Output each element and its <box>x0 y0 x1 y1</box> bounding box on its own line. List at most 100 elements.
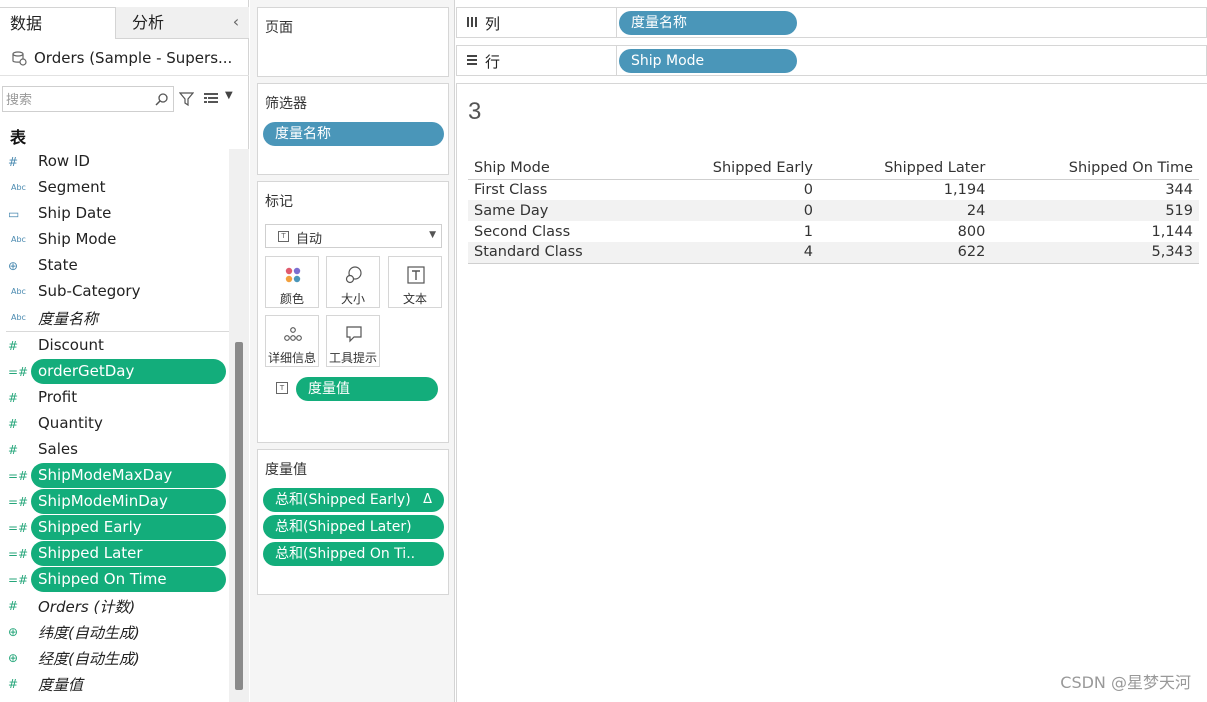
filter-icon[interactable] <box>179 92 194 107</box>
field-row-measure-names[interactable]: Abc 度量名称 <box>0 305 229 331</box>
field-row-state[interactable]: ⊕ State <box>0 253 229 279</box>
tooltip-button[interactable]: 工具提示 <box>326 315 380 367</box>
field-row-shipped-early[interactable]: =# Shipped Early <box>0 515 229 541</box>
table-cell[interactable]: 1,144 <box>991 221 1199 242</box>
detail-icon <box>284 327 302 341</box>
table-row[interactable]: First Class 0 1,194 344 <box>468 179 1199 200</box>
field-row-ordergetday[interactable]: =# orderGetDay <box>0 359 229 385</box>
calculated-number-icon: =# <box>8 547 29 561</box>
table-cell[interactable]: 519 <box>991 200 1199 221</box>
field-label: orderGetDay <box>38 362 135 380</box>
pill-label: 总和(Shipped Early) <box>275 492 411 508</box>
field-label: ShipModeMinDay <box>38 492 168 510</box>
tooltip-icon <box>346 326 362 343</box>
number-icon: # <box>8 677 19 691</box>
field-row-shipmodeminday[interactable]: =# ShipModeMinDay <box>0 489 229 515</box>
tab-data[interactable]: 数据 <box>0 7 116 39</box>
text-mark-icon: T <box>278 231 289 242</box>
field-row-orders-count[interactable]: # Orders (计数) <box>0 593 229 619</box>
search-input[interactable] <box>6 91 146 109</box>
table-cell[interactable]: 5,343 <box>991 242 1199 264</box>
field-row-measure-values[interactable]: # 度量值 <box>0 671 229 697</box>
columns-pill-measure-names[interactable]: 度量名称 <box>619 11 797 35</box>
text-icon: Abc <box>11 287 26 296</box>
field-row-quantity[interactable]: # Quantity <box>0 411 229 437</box>
chevron-down-icon[interactable]: ▼ <box>225 90 233 101</box>
table-row[interactable]: Same Day 0 24 519 <box>468 200 1199 221</box>
header-row: Ship Mode Shipped Early Shipped Later Sh… <box>468 158 1199 180</box>
search-icon[interactable] <box>155 92 169 106</box>
table-cell[interactable]: 24 <box>818 200 992 221</box>
table-cell[interactable]: 800 <box>819 221 991 242</box>
datasource-row[interactable]: Orders (Sample - Supers... <box>0 40 249 76</box>
calculated-number-icon: =# <box>8 521 29 535</box>
rows-shelf-label: 行 <box>457 46 617 75</box>
header-shipped-on-time[interactable]: Shipped On Time <box>991 158 1199 180</box>
table-row[interactable]: Standard Class 4 622 5,343 <box>468 242 1199 264</box>
row-header[interactable]: Same Day <box>468 200 648 221</box>
field-row-shipmodemaxday[interactable]: =# ShipModeMaxDay <box>0 463 229 489</box>
field-row-ship-date[interactable]: ▭ Ship Date <box>0 201 229 227</box>
table-cell[interactable]: 1,194 <box>819 179 991 200</box>
filter-pill-measure-names[interactable]: 度量名称 <box>263 122 444 146</box>
text-button[interactable]: 文本 <box>388 256 442 308</box>
table-cell[interactable]: 1 <box>648 221 819 242</box>
row-header[interactable]: First Class <box>468 179 648 200</box>
columns-shelf[interactable]: 列 度量名称 <box>456 7 1207 38</box>
rows-pill-ship-mode[interactable]: Ship Mode <box>619 49 797 73</box>
field-row-latitude[interactable]: ⊕ 纬度(自动生成) <box>0 619 229 645</box>
pages-card[interactable]: 页面 <box>257 7 449 77</box>
table-cell[interactable]: 344 <box>991 179 1199 200</box>
field-row-sales[interactable]: # Sales <box>0 437 229 463</box>
number-icon: # <box>8 443 19 457</box>
field-row-shipped-later[interactable]: =# Shipped Later <box>0 541 229 567</box>
pages-title: 页面 <box>265 20 293 36</box>
tables-heading: 表 <box>10 128 27 147</box>
size-button[interactable]: 大小 <box>326 256 380 308</box>
table-cell[interactable]: 0 <box>648 179 819 200</box>
mark-type-dropdown[interactable]: T 自动 ▼ <box>265 224 442 248</box>
measure-pill-shipped-later[interactable]: 总和(Shipped Later) <box>263 515 444 539</box>
rows-shelf[interactable]: 行 Ship Mode <box>456 45 1207 76</box>
measure-pill-shipped-on-time[interactable]: 总和(Shipped On Ti.. <box>263 542 444 566</box>
row-header[interactable]: Second Class <box>468 221 648 242</box>
field-row-sub-category[interactable]: Abc Sub-Category <box>0 279 229 305</box>
table-cell[interactable]: 622 <box>818 242 992 264</box>
field-row-shipped-on-time[interactable]: =# Shipped On Time <box>0 567 229 593</box>
field-row-longitude[interactable]: ⊕ 经度(自动生成) <box>0 645 229 671</box>
field-row-profit[interactable]: # Profit <box>0 385 229 411</box>
measure-pill-shipped-early[interactable]: 总和(Shipped Early) Δ <box>263 488 444 512</box>
marks-pill-measure-values[interactable]: 度量值 <box>296 377 438 401</box>
mark-type-label: 自动 <box>296 232 323 247</box>
field-row-row-id[interactable]: # Row ID <box>0 149 229 175</box>
text-icon <box>407 266 425 284</box>
detail-button[interactable]: 详细信息 <box>265 315 319 367</box>
tooltip-label: 工具提示 <box>328 351 377 365</box>
field-label: Segment <box>38 178 106 196</box>
field-label: Sales <box>38 440 78 458</box>
header-shipped-early[interactable]: Shipped Early <box>648 158 819 180</box>
datasource-name: Orders (Sample - Supers... <box>34 49 233 67</box>
field-row-ship-mode[interactable]: Abc Ship Mode <box>0 227 229 253</box>
table-row[interactable]: Second Class 1 800 1,144 <box>468 221 1199 242</box>
field-row-discount[interactable]: # Discount <box>0 333 229 359</box>
row-header[interactable]: Standard Class <box>468 242 648 264</box>
search-box[interactable] <box>2 86 174 112</box>
globe-icon: ⊕ <box>8 259 19 273</box>
field-label: 度量值 <box>38 676 84 694</box>
table-cell[interactable]: 0 <box>648 200 819 221</box>
header-shipped-later[interactable]: Shipped Later <box>818 158 992 180</box>
view-list-icon[interactable] <box>204 93 218 105</box>
viz-area[interactable]: 3 Ship Mode Shipped Early Shipped Later … <box>456 83 1207 702</box>
scrollbar-thumb[interactable] <box>235 342 243 690</box>
field-list: # Row ID Abc Segment ▭ Ship Date Abc Shi… <box>0 149 229 702</box>
field-row-segment[interactable]: Abc Segment <box>0 175 229 201</box>
field-divider <box>6 331 229 332</box>
color-button[interactable]: 颜色 <box>265 256 319 308</box>
field-label: 经度(自动生成) <box>38 650 140 668</box>
table-cell[interactable]: 4 <box>648 242 819 264</box>
header-ship-mode[interactable]: Ship Mode <box>468 158 648 180</box>
filters-card[interactable]: 筛选器 度量名称 <box>257 83 449 175</box>
collapse-pane-icon[interactable]: ‹ <box>229 7 243 39</box>
text-mark-icon[interactable]: T <box>276 382 288 394</box>
